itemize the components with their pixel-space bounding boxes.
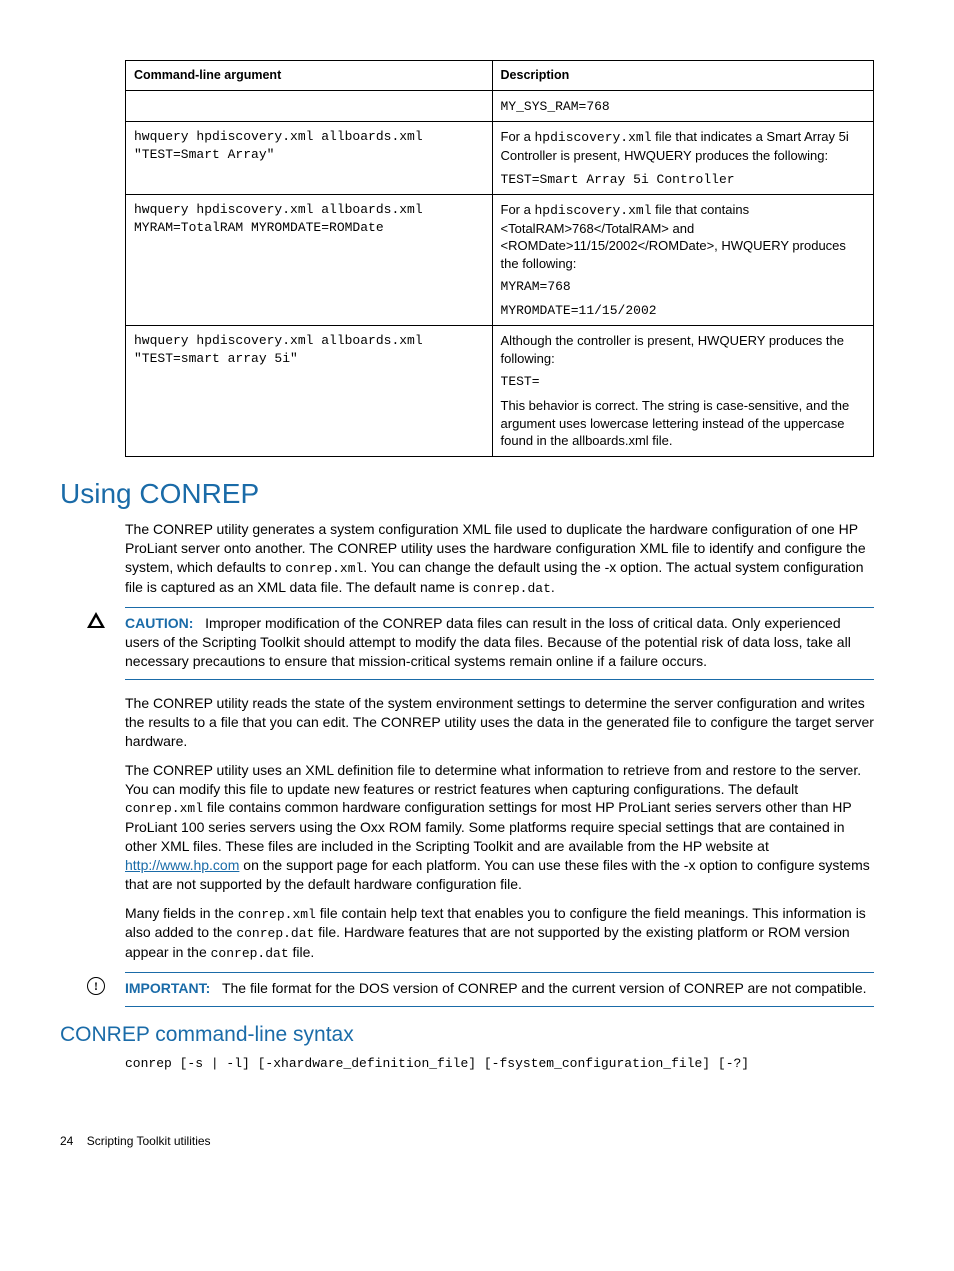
caution-admonition: CAUTION: Improper modification of the CO…	[125, 607, 874, 680]
hp-website-link[interactable]: http://www.hp.com	[125, 857, 239, 873]
table-row: hwquery hpdiscovery.xml allboards.xml MY…	[126, 195, 874, 326]
page-footer: 24 Scripting Toolkit utilities	[60, 1133, 874, 1149]
table-row: MY_SYS_RAM=768	[126, 90, 874, 122]
footer-title: Scripting Toolkit utilities	[87, 1134, 211, 1148]
syntax-code: conrep [-s | -l] [-xhardware_definition_…	[125, 1055, 874, 1073]
caution-icon	[87, 612, 105, 630]
important-label: IMPORTANT:	[125, 980, 210, 996]
heading-using-conrep: Using CONREP	[60, 475, 874, 513]
body-paragraph: Many fields in the conrep.xml file conta…	[125, 904, 874, 963]
important-admonition: ! IMPORTANT: The file format for the DOS…	[125, 972, 874, 1007]
page-number: 24	[60, 1134, 73, 1148]
heading-conrep-syntax: CONREP command-line syntax	[60, 1021, 874, 1049]
table-row: hwquery hpdiscovery.xml allboards.xml "T…	[126, 326, 874, 456]
th-arg: Command-line argument	[126, 61, 493, 91]
caution-label: CAUTION:	[125, 615, 193, 631]
body-paragraph: The CONREP utility uses an XML definitio…	[125, 761, 874, 894]
table-row: hwquery hpdiscovery.xml allboards.xml "T…	[126, 122, 874, 195]
body-paragraph: The CONREP utility reads the state of th…	[125, 694, 874, 751]
args-table: Command-line argument Description MY_SYS…	[125, 60, 874, 457]
intro-paragraph: The CONREP utility generates a system co…	[125, 520, 874, 597]
th-desc: Description	[492, 61, 873, 91]
important-icon: !	[87, 977, 105, 995]
